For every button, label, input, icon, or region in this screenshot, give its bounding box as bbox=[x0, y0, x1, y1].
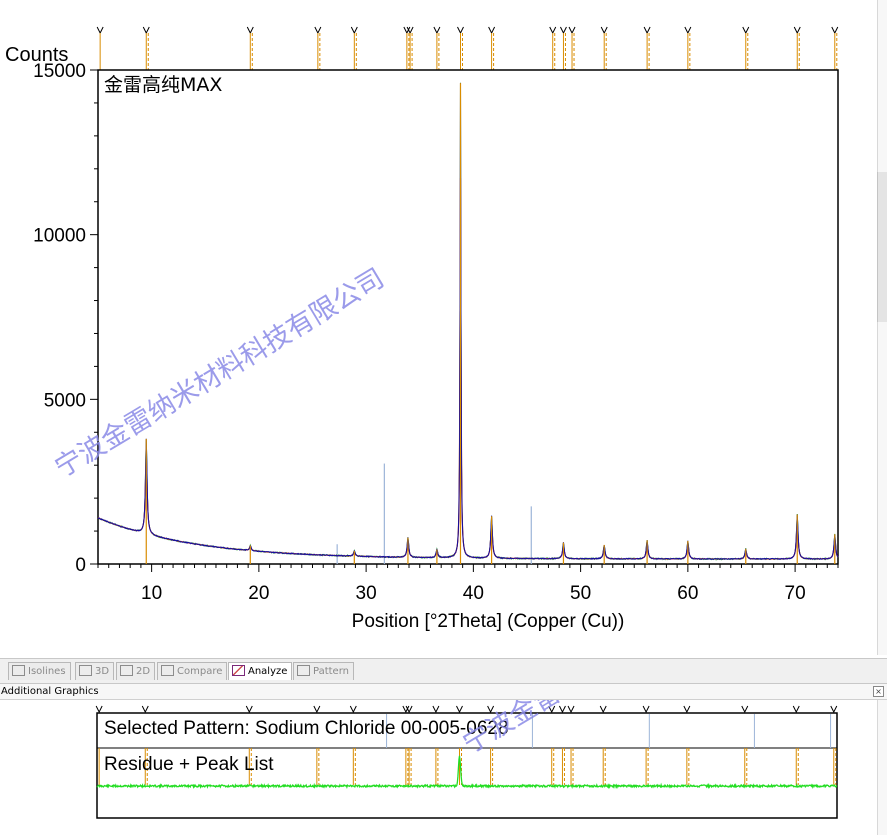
chart-title: 金雷高纯MAX bbox=[104, 74, 222, 96]
y-tick-label-2: 10000 bbox=[33, 226, 86, 247]
reference-marker-12 bbox=[568, 26, 576, 35]
x-tick-label-4: 50 bbox=[570, 583, 591, 604]
tab-pattern[interactable]: Pattern bbox=[293, 662, 354, 680]
x-tick-label-6: 70 bbox=[785, 583, 806, 604]
compare-icon bbox=[161, 665, 174, 676]
x-tick-label-5: 60 bbox=[677, 583, 698, 604]
reference-marker-strip bbox=[96, 26, 839, 70]
reference-marker-9 bbox=[488, 26, 496, 35]
x-axis-label: Position [°2Theta] (Copper (Cu)) bbox=[352, 611, 625, 632]
x-tick-label-2: 30 bbox=[356, 583, 377, 604]
residue-label: Residue + Peak List bbox=[104, 754, 274, 775]
selected-pattern-label: Selected Pattern: Sodium Chloride 00-005… bbox=[104, 718, 509, 739]
panel-marker-strip bbox=[95, 705, 838, 714]
grid-icon bbox=[120, 665, 133, 676]
reference-marker-0 bbox=[96, 26, 104, 35]
reference-marker-17 bbox=[793, 26, 801, 35]
reference-marker-14 bbox=[643, 26, 651, 35]
panel-marker-11 bbox=[559, 705, 566, 714]
x-tick-label-3: 40 bbox=[463, 583, 484, 604]
panel-marker-4 bbox=[349, 705, 357, 714]
panel-marker-17 bbox=[792, 705, 800, 714]
reference-marker-3 bbox=[314, 26, 322, 35]
panel-marker-13 bbox=[599, 705, 607, 714]
additional-graphics-header: Additional Graphics × bbox=[0, 684, 887, 700]
reference-marker-8 bbox=[457, 26, 464, 35]
panel-marker-15 bbox=[683, 705, 691, 714]
tab-analyze[interactable]: Analyze bbox=[228, 662, 293, 680]
panel-marker-8 bbox=[456, 705, 463, 714]
reference-marker-4 bbox=[350, 26, 358, 35]
panel-marker-1 bbox=[141, 705, 149, 714]
close-icon[interactable]: × bbox=[873, 686, 884, 697]
panel-marker-3 bbox=[313, 705, 321, 714]
tab-3d[interactable]: 3D bbox=[75, 662, 115, 680]
panel-marker-18 bbox=[830, 705, 838, 714]
panel-marker-2 bbox=[245, 705, 253, 714]
x-axis: 10 20 30 40 50 60 70 bbox=[97, 564, 839, 604]
isolines-icon bbox=[12, 665, 25, 676]
reference-marker-11 bbox=[560, 26, 567, 35]
xrd-chart: 10 20 30 40 50 60 70 050001000015000 Counts 金雷… bbox=[5, 26, 839, 632]
panel-marker-9 bbox=[487, 705, 495, 714]
panel-title: Additional Graphics bbox=[1, 686, 99, 697]
y-axis-label: Counts bbox=[5, 44, 68, 66]
panel-marker-16 bbox=[741, 705, 749, 714]
x-tick-label-1: 20 bbox=[248, 583, 269, 604]
y-tick-label-0: 0 bbox=[75, 555, 86, 576]
reference-marker-15 bbox=[684, 26, 692, 35]
reference-marker-2 bbox=[246, 26, 254, 35]
tab-isolines[interactable]: Isolines bbox=[8, 662, 71, 680]
panel-marker-12 bbox=[567, 705, 575, 714]
reference-marker-1 bbox=[142, 26, 150, 35]
reference-marker-18 bbox=[831, 26, 839, 35]
table-icon bbox=[297, 665, 310, 676]
panel-marker-0 bbox=[95, 705, 103, 714]
reference-marker-10 bbox=[549, 26, 557, 35]
y-axis: 050001000015000 bbox=[33, 61, 98, 576]
tab-compare[interactable]: Compare bbox=[157, 662, 228, 680]
plot-area bbox=[97, 69, 839, 565]
view-tab-bar: Isolines 3D 2D Compare Analyze Pattern bbox=[0, 658, 887, 684]
reference-marker-7 bbox=[433, 26, 441, 35]
panel-marker-7 bbox=[432, 705, 440, 714]
additional-graphics-panel: Selected Pattern: Sodium Chloride 00-005… bbox=[95, 700, 838, 819]
cube-icon bbox=[79, 665, 92, 676]
panel-marker-14 bbox=[642, 705, 650, 714]
analyze-icon bbox=[232, 665, 245, 676]
y-tick-label-1: 5000 bbox=[44, 390, 86, 411]
reference-marker-13 bbox=[600, 26, 608, 35]
reference-marker-16 bbox=[742, 26, 750, 35]
tab-2d[interactable]: 2D bbox=[116, 662, 156, 680]
x-tick-label-0: 10 bbox=[141, 583, 162, 604]
